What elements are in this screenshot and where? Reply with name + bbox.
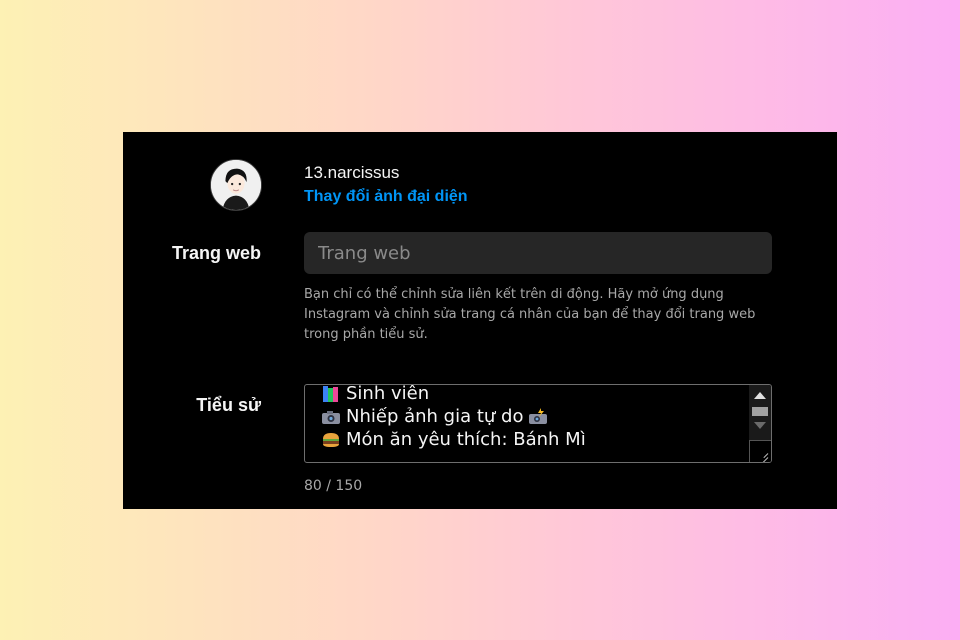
bio-content: Sinh viên Nhiếp ảnh gia tự do Món ăn yêu… xyxy=(321,384,586,451)
bio-label: Tiểu sử xyxy=(196,395,261,415)
website-input[interactable] xyxy=(304,232,772,274)
scroll-up-arrow-icon[interactable] xyxy=(754,392,766,399)
scroll-down-arrow-icon[interactable] xyxy=(754,422,766,429)
resize-handle-icon[interactable] xyxy=(749,440,771,462)
bio-line-text: Món ăn yêu thích: Bánh Mì xyxy=(346,429,586,450)
bio-textarea[interactable]: Sinh viên Nhiếp ảnh gia tự do Món ăn yêu… xyxy=(304,384,772,463)
bio-character-counter: 80 / 150 xyxy=(304,478,363,494)
bio-line: Nhiếp ảnh gia tự do xyxy=(321,405,586,428)
edit-profile-panel: 13.narcissus Thay đổi ảnh đại diện Trang… xyxy=(123,132,837,509)
avatar-image xyxy=(211,160,261,210)
bio-line-text: Nhiếp ảnh gia tự do xyxy=(346,406,524,427)
books-emoji-icon xyxy=(321,385,341,403)
burger-emoji-icon xyxy=(321,431,341,449)
camera-emoji-icon xyxy=(321,408,341,426)
website-help-text: Bạn chỉ có thể chỉnh sửa liên kết trên d… xyxy=(304,287,756,342)
scrollbar-thumb[interactable] xyxy=(752,407,768,416)
username: 13.narcissus xyxy=(304,163,400,182)
bio-line-text: Sinh viên xyxy=(346,384,430,404)
camera-flash-emoji-icon xyxy=(528,407,548,426)
avatar[interactable] xyxy=(210,159,262,211)
change-photo-link[interactable]: Thay đổi ảnh đại diện xyxy=(304,188,468,206)
website-label: Trang web xyxy=(171,243,261,263)
bio-line: Sinh viên xyxy=(321,384,586,405)
bio-line: Món ăn yêu thích: Bánh Mì xyxy=(321,428,586,451)
